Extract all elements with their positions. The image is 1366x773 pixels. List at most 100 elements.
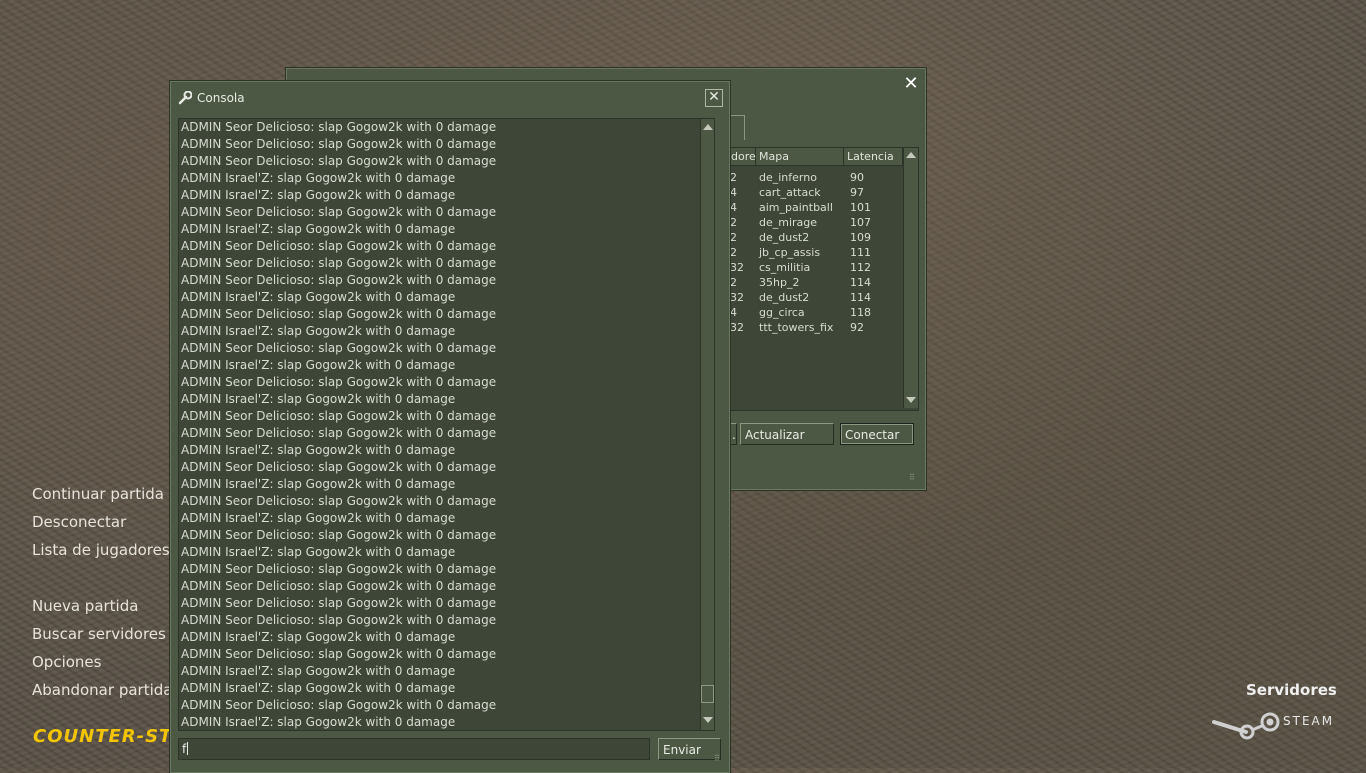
scroll-down-icon[interactable]	[906, 397, 916, 403]
console-line: ADMIN Seor Delicioso: slap Gogow2k with …	[181, 494, 497, 508]
console-line: ADMIN Israel'Z: slap Gogow2k with 0 dama…	[181, 443, 456, 457]
server-latency-cell: 107	[850, 216, 871, 229]
resize-grip-icon[interactable]: ⠿	[714, 754, 724, 764]
console-line: ADMIN Seor Delicioso: slap Gogow2k with …	[181, 239, 497, 253]
console-input-value: f	[182, 742, 187, 756]
menu-item-new-game[interactable]: Nueva partida	[32, 597, 138, 615]
column-header-map[interactable]: Mapa	[756, 148, 844, 166]
wrench-icon	[178, 91, 192, 105]
connect-button[interactable]: Conectar	[840, 423, 914, 445]
console-line: ADMIN Seor Delicioso: slap Gogow2k with …	[181, 120, 497, 134]
server-players-cell: 4	[730, 306, 737, 319]
server-players-cell: 2	[730, 231, 737, 244]
server-latency-cell: 92	[850, 321, 864, 334]
console-line: ADMIN Seor Delicioso: slap Gogow2k with …	[181, 409, 497, 423]
server-latency-cell: 97	[850, 186, 864, 199]
server-players-cell: 2	[730, 246, 737, 259]
menu-item-disconnect[interactable]: Desconectar	[32, 513, 126, 531]
refresh-button[interactable]: Actualizar	[740, 423, 834, 445]
close-button[interactable]: ✕	[705, 89, 723, 107]
console-title: Consola	[197, 91, 245, 105]
server-row[interactable]: 4 aim_paintball 101	[728, 200, 903, 215]
console-line: ADMIN Seor Delicioso: slap Gogow2k with …	[181, 375, 497, 389]
server-list-scrollbar[interactable]	[903, 148, 918, 408]
scroll-thumb[interactable]	[701, 685, 714, 703]
server-latency-cell: 109	[850, 231, 871, 244]
server-players-cell: 2	[730, 276, 737, 289]
menu-item-find-servers[interactable]: Buscar servidores	[32, 625, 166, 643]
console-line: ADMIN Seor Delicioso: slap Gogow2k with …	[181, 579, 497, 593]
console-line: ADMIN Seor Delicioso: slap Gogow2k with …	[181, 154, 497, 168]
menu-item-continue[interactable]: Continuar partida	[32, 485, 164, 503]
server-players-cell: 4	[730, 201, 737, 214]
console-line: ADMIN Seor Delicioso: slap Gogow2k with …	[181, 460, 497, 474]
servers-label[interactable]: Servidores	[1246, 681, 1337, 699]
server-map-cell: ttt_towers_fix	[759, 321, 834, 334]
server-latency-cell: 114	[850, 276, 871, 289]
console-line: ADMIN Seor Delicioso: slap Gogow2k with …	[181, 307, 497, 321]
scroll-down-icon[interactable]	[703, 717, 713, 723]
server-players-cell: 32	[730, 291, 744, 304]
console-lines: ADMIN Seor Delicioso: slap Gogow2k with …	[181, 119, 497, 730]
close-icon: ✕	[708, 89, 720, 105]
menu-item-player-list[interactable]: Lista de jugadores	[32, 541, 170, 559]
console-line: ADMIN Seor Delicioso: slap Gogow2k with …	[181, 205, 497, 219]
console-line: ADMIN Israel'Z: slap Gogow2k with 0 dama…	[181, 171, 456, 185]
server-list[interactable]: dores Mapa Latencia 2 de_inferno 90 4 cart_a…	[727, 147, 919, 411]
server-row[interactable]: 2 de_inferno 90	[728, 170, 903, 185]
send-button[interactable]: Enviar	[658, 738, 721, 760]
console-line: ADMIN Seor Delicioso: slap Gogow2k with …	[181, 256, 497, 270]
server-row[interactable]: 32 de_dust2 114	[728, 290, 903, 305]
server-rows: 2 de_inferno 90 4 cart_attack 97 4 aim_paintbal…	[728, 170, 903, 335]
server-players-cell: 2	[730, 216, 737, 229]
server-map-cell: aim_paintball	[759, 201, 833, 214]
console-line: ADMIN Israel'Z: slap Gogow2k with 0 dama…	[181, 324, 456, 338]
console-command-input[interactable]: f	[178, 738, 650, 760]
menu-item-quit[interactable]: Abandonar partida	[32, 681, 172, 699]
server-players-cell: 32	[730, 261, 744, 274]
column-header-players[interactable]: dores	[728, 148, 762, 166]
console-line: ADMIN Israel'Z: slap Gogow2k with 0 dama…	[181, 664, 456, 678]
server-latency-cell: 114	[850, 291, 871, 304]
column-header-latency[interactable]: Latencia	[844, 148, 903, 166]
console-line: ADMIN Seor Delicioso: slap Gogow2k with …	[181, 596, 497, 610]
console-line: ADMIN Seor Delicioso: slap Gogow2k with …	[181, 698, 497, 712]
console-line: ADMIN Israel'Z: slap Gogow2k with 0 dama…	[181, 188, 456, 202]
console-scrollbar[interactable]	[700, 119, 714, 730]
server-row[interactable]: 32 cs_militia 112	[728, 260, 903, 275]
steam-label: STEAM	[1283, 714, 1335, 728]
scroll-up-icon[interactable]	[703, 124, 713, 130]
server-map-cell: de_dust2	[759, 231, 810, 244]
close-icon[interactable]: ✕	[902, 75, 920, 93]
console-line: ADMIN Israel'Z: slap Gogow2k with 0 dama…	[181, 715, 456, 729]
console-line: ADMIN Israel'Z: slap Gogow2k with 0 dama…	[181, 630, 456, 644]
server-latency-cell: 90	[850, 171, 864, 184]
server-map-cell: de_mirage	[759, 216, 818, 229]
text-caret	[187, 742, 189, 755]
server-row[interactable]: 32 ttt_towers_fix 92	[728, 320, 903, 335]
server-row[interactable]: 2 de_dust2 109	[728, 230, 903, 245]
console-line: ADMIN Israel'Z: slap Gogow2k with 0 dama…	[181, 358, 456, 372]
server-row[interactable]: 2 de_mirage 107	[728, 215, 903, 230]
server-map-cell: de_inferno	[759, 171, 817, 184]
server-players-cell: 2	[730, 171, 737, 184]
server-map-cell: cs_militia	[759, 261, 811, 274]
console-log[interactable]: ADMIN Seor Delicioso: slap Gogow2k with …	[178, 118, 715, 731]
resize-grip-icon[interactable]: ⠿	[909, 473, 919, 483]
server-row[interactable]: 4 gg_circa 118	[728, 305, 903, 320]
console-line: ADMIN Israel'Z: slap Gogow2k with 0 dama…	[181, 681, 456, 695]
console-line: ADMIN Seor Delicioso: slap Gogow2k with …	[181, 273, 497, 287]
server-map-cell: de_dust2	[759, 291, 810, 304]
server-map-cell: jb_cp_assis	[759, 246, 821, 259]
server-row[interactable]: 2 jb_cp_assis 111	[728, 245, 903, 260]
console-line: ADMIN Israel'Z: slap Gogow2k with 0 dama…	[181, 392, 456, 406]
menu-item-options[interactable]: Opciones	[32, 653, 101, 671]
console-line: ADMIN Seor Delicioso: slap Gogow2k with …	[181, 426, 497, 440]
server-row[interactable]: 4 cart_attack 97	[728, 185, 903, 200]
console-window: Consola ✕ ADMIN Seor Delicioso: slap Gog…	[170, 81, 730, 773]
server-row[interactable]: 2 35hp_2 114	[728, 275, 903, 290]
console-line: ADMIN Israel'Z: slap Gogow2k with 0 dama…	[181, 222, 456, 236]
scroll-up-icon[interactable]	[906, 152, 916, 158]
console-line: ADMIN Israel'Z: slap Gogow2k with 0 dama…	[181, 511, 456, 525]
server-latency-cell: 111	[850, 246, 871, 259]
